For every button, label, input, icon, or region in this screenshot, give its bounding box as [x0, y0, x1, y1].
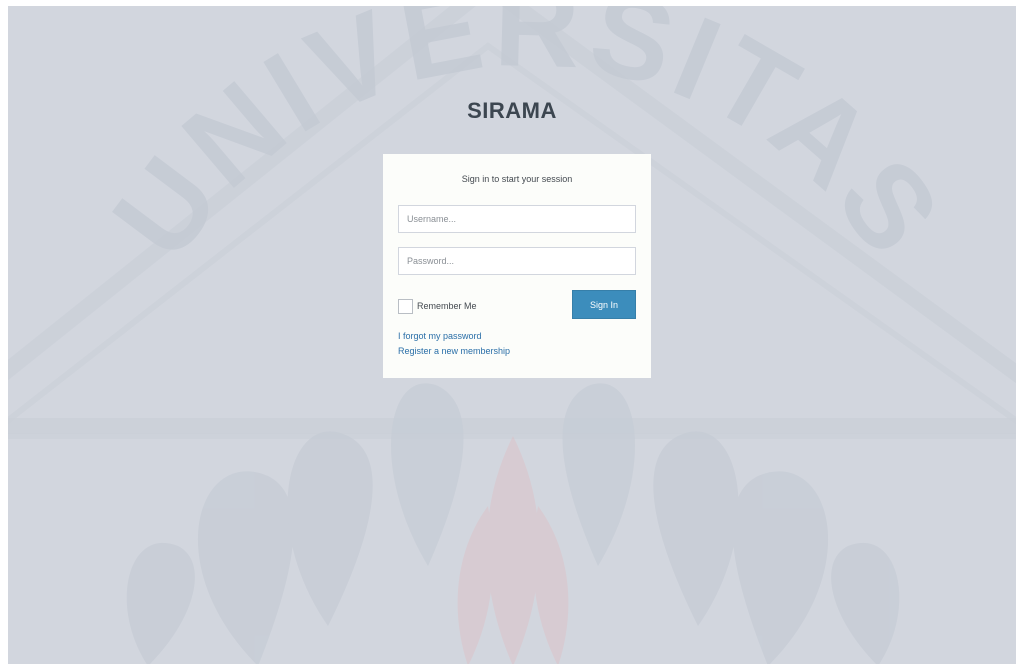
login-message: Sign in to start your session: [461, 174, 573, 184]
remember-checkbox[interactable]: [398, 298, 413, 314]
watermark-drops: [126, 383, 900, 664]
password-input[interactable]: [398, 247, 636, 275]
remember-me[interactable]: Remember Me: [398, 297, 477, 315]
forgot-password-link[interactable]: I forgot my password: [398, 331, 482, 341]
login-box: Sign in to start your session Remember M…: [383, 154, 651, 378]
username-input[interactable]: [398, 205, 636, 233]
app-title: SIRAMA: [467, 98, 557, 123]
login-page: UNIVERSITAS SIRAMA Sign in to start your…: [8, 6, 1016, 664]
sign-in-button[interactable]: Sign In: [572, 290, 636, 319]
remember-label: Remember Me: [417, 301, 477, 311]
register-link[interactable]: Register a new membership: [398, 346, 510, 356]
watermark-flame: [457, 436, 569, 664]
